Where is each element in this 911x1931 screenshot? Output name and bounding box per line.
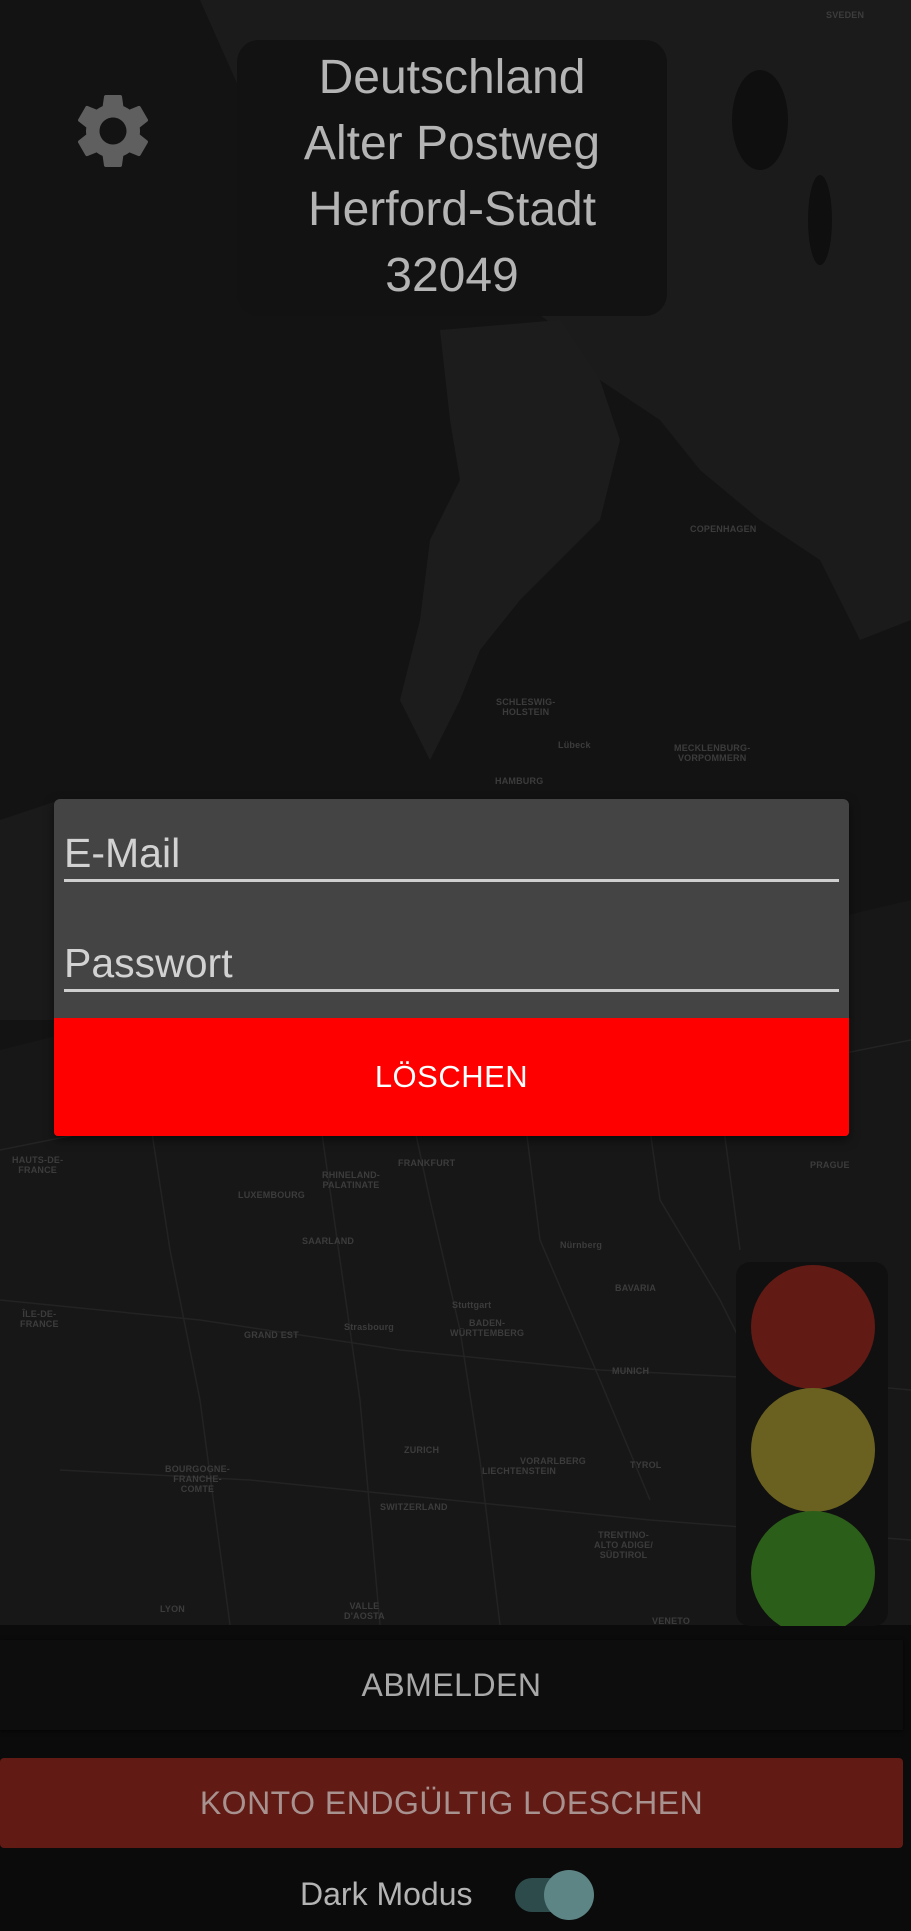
land-denmark	[400, 320, 620, 760]
lake-vanern	[732, 70, 788, 170]
address-panel: Deutschland Alter Postweg Herford-Stadt …	[237, 40, 667, 316]
map-label-bavaria: BAVARIA	[615, 1283, 657, 1293]
map-label-stuttgart: Stuttgart	[452, 1300, 492, 1310]
map-label-rhineland: RHINELAND- PALATINATE	[322, 1170, 380, 1190]
map-label-nuernberg: Nürnberg	[560, 1240, 603, 1250]
password-field[interactable]: Passwort	[64, 934, 839, 992]
lake-vattern	[808, 175, 832, 265]
delete-account-button[interactable]: KONTO ENDGÜLTIG LOESCHEN	[0, 1758, 903, 1848]
map-label-strasbourg: Strasbourg	[344, 1322, 395, 1332]
map-label-luebeck: Lübeck	[558, 740, 591, 750]
map-label-bourgogne: BOURGOGNE- FRANCHE- COMTE	[165, 1464, 230, 1494]
map-label-baden-wuerttemberg: BADEN- WÜRTTEMBERG	[450, 1318, 525, 1338]
map-label-copenhagen: COPENHAGEN	[690, 524, 757, 534]
traffic-light	[736, 1262, 888, 1626]
traffic-light-yellow	[751, 1388, 875, 1512]
logout-button[interactable]: ABMELDEN	[0, 1640, 903, 1730]
map-label-tyrol: TYROL	[630, 1460, 662, 1470]
map-label-switzerland: SWITZERLAND	[380, 1502, 448, 1512]
dark-mode-label: Dark Modus	[300, 1876, 473, 1912]
map-label-mecklenburg: MECKLENBURG- VORPOMMERN	[674, 743, 751, 763]
map-label-saarland: SAARLAND	[302, 1236, 355, 1246]
map-label-liechtenstein: LIECHTENSTEIN	[482, 1466, 557, 1476]
gear-icon	[77, 94, 149, 167]
map-label-hamburg: HAMBURG	[495, 776, 544, 786]
map-label-sweden: SVEDEN	[826, 10, 865, 20]
map-label-trentino: TRENTINO- ALTO ADIGE/ SÜDTIROL	[594, 1530, 654, 1560]
map-label-grand-est: GRAND EST	[244, 1330, 299, 1340]
map-label-luxembourg: LUXEMBOURG	[238, 1190, 305, 1200]
map-label-veneto: VENETO	[652, 1616, 691, 1625]
settings-button[interactable]	[68, 86, 158, 176]
land-west	[0, 800, 60, 1020]
delete-account-dialog: E-Mail Passwort LÖSCHEN	[54, 799, 849, 1136]
address-city: Herford-Stadt	[307, 183, 597, 236]
address-street: Alter Postweg	[303, 117, 601, 170]
map-label-lyon: LYON	[160, 1604, 185, 1614]
map-label-schleswig-holstein: SCHLESWIG- HOLSTEIN	[496, 697, 556, 717]
map-label-zurich: ZURICH	[404, 1445, 440, 1455]
confirm-delete-button[interactable]: LÖSCHEN	[54, 1018, 849, 1136]
map-label-valle-daosta: VALLE D'AOSTA	[344, 1601, 385, 1621]
map-label-vorarlberg: VORARLBERG	[520, 1456, 587, 1466]
map-label-prague: PRAGUE	[810, 1160, 850, 1170]
email-field[interactable]: E-Mail	[64, 824, 839, 882]
dark-mode-row: Dark Modus	[0, 1864, 911, 1924]
dark-mode-toggle-thumb[interactable]	[544, 1870, 594, 1920]
traffic-light-green	[751, 1511, 875, 1626]
address-country: Deutschland	[318, 51, 586, 104]
map-label-frankfurt: FRANKFURT	[398, 1158, 456, 1168]
map-label-hauts-de-france: HAUTS-DE- FRANCE	[12, 1155, 64, 1175]
address-postcode: 32049	[385, 249, 519, 302]
map-label-munich: MUNICH	[612, 1366, 650, 1376]
traffic-light-red	[751, 1265, 875, 1389]
map-label-ile-de-france: ÎLE-DE- FRANCE	[20, 1309, 59, 1329]
